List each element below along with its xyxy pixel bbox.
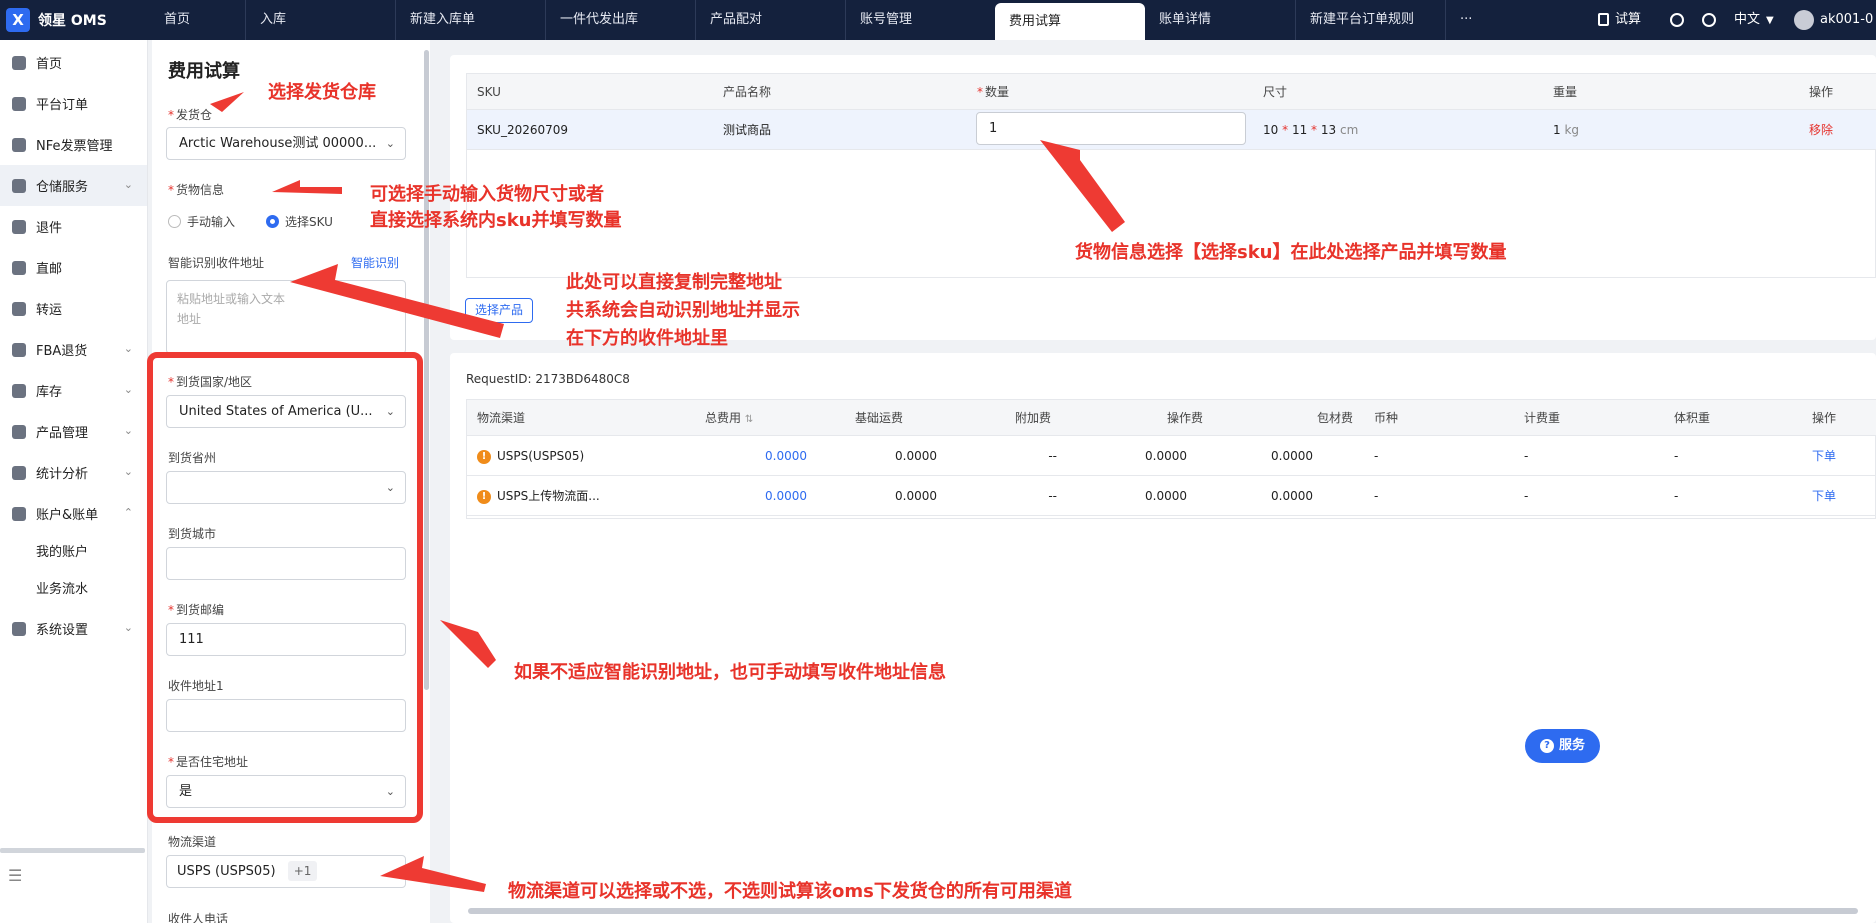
annotation-5: 如果不适应智能识别地址，也可手动填写收件地址信息 xyxy=(514,662,946,683)
arrow-2 xyxy=(272,180,342,194)
annotation-6: 物流渠道可以选择或不选，不选则试算该oms下发货仓的所有可用渠道 xyxy=(508,881,1072,902)
annotation-4: 货物信息选择【选择sku】在此处选择产品并填写数量 xyxy=(1075,242,1507,263)
annotation-arrows xyxy=(210,92,1125,892)
annotation-3-line3: 在下方的收件地址里 xyxy=(566,328,728,349)
arrow-6 xyxy=(380,856,486,892)
annotation-3-line2: 共系统会自动识别地址并显示 xyxy=(566,300,800,321)
annotation-3-line1: 此处可以直接复制完整地址 xyxy=(566,272,782,293)
arrow-5 xyxy=(440,620,496,668)
arrow-4 xyxy=(1040,140,1125,232)
arrow-3 xyxy=(290,264,504,338)
arrow-1 xyxy=(210,92,244,112)
annotation-2-line1: 可选择手动输入货物尺寸或者 xyxy=(370,184,604,205)
annotation-1: 选择发货仓库 xyxy=(268,82,376,103)
annotation-2-line2: 直接选择系统内sku并填写数量 xyxy=(370,210,622,231)
